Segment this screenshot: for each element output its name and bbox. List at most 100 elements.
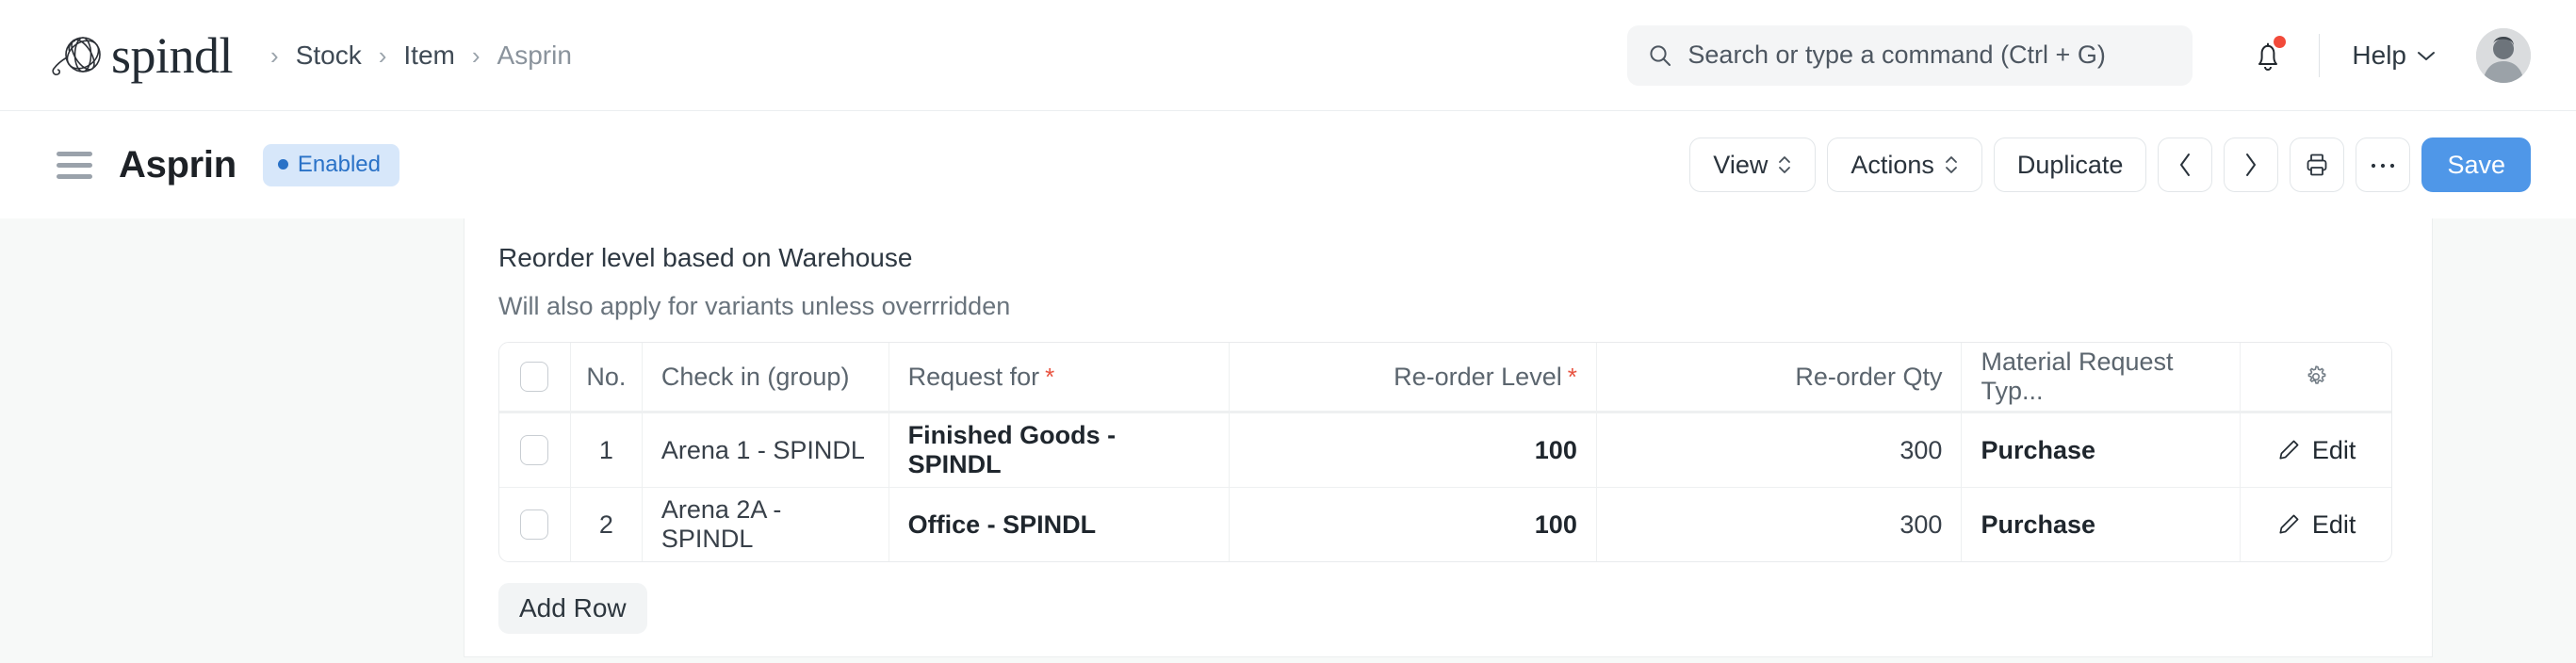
- view-button-label: View: [1713, 150, 1769, 179]
- row-select-cell[interactable]: [499, 413, 571, 487]
- row-checkbox[interactable]: [520, 509, 549, 540]
- navbar-right: Search or type a command (Ctrl + G) Help: [1627, 24, 2576, 86]
- app-window: spindl › Stock › Item › Asprin Search or…: [0, 0, 2576, 663]
- edit-label: Edit: [2311, 509, 2356, 539]
- breadcrumb-item-asprin[interactable]: Asprin: [494, 40, 576, 71]
- column-header-no: No.: [571, 343, 643, 411]
- printer-icon: [2304, 152, 2330, 178]
- save-button-label: Save: [2447, 150, 2505, 179]
- save-button[interactable]: Save: [2421, 137, 2531, 192]
- search-input[interactable]: Search or type a command (Ctrl + G): [1627, 24, 2193, 86]
- content-bottom-divider: [464, 656, 2433, 657]
- column-header-request-for: Request for *: [889, 343, 1231, 411]
- page-title: Asprin: [119, 143, 236, 186]
- help-label: Help: [2352, 40, 2406, 70]
- cell-reorder-level[interactable]: 100: [1230, 413, 1597, 487]
- column-header-reorder-level: Re-order Level *: [1230, 343, 1597, 411]
- breadcrumb-item-stock[interactable]: Stock: [292, 40, 366, 71]
- row-select-cell[interactable]: [499, 488, 571, 561]
- table-header-row: No. Check in (group) Request for * Re-ord…: [499, 343, 2391, 412]
- column-header-material-request-type: Material Request Typ...: [1962, 343, 2242, 411]
- chevron-left-icon: [2177, 152, 2193, 178]
- column-header-reorder-level-label: Re-order Level: [1394, 362, 1562, 391]
- row-checkbox[interactable]: [520, 435, 549, 465]
- table-row[interactable]: 1 Arena 1 - SPINDL Finished Goods - SPIN…: [499, 412, 2391, 487]
- duplicate-button-label: Duplicate: [2016, 150, 2124, 179]
- column-header-check-in-group: Check in (group): [643, 343, 889, 411]
- search-placeholder: Search or type a command (Ctrl + G): [1687, 40, 2106, 69]
- pencil-icon: [2276, 512, 2301, 537]
- notification-badge-dot: [2274, 35, 2287, 48]
- edit-control: Edit: [2276, 436, 2356, 465]
- select-all-cell[interactable]: [499, 343, 571, 411]
- gear-icon: [2302, 363, 2330, 391]
- status-dot-icon: [277, 159, 288, 170]
- breadcrumb-separator: ›: [471, 40, 481, 70]
- add-row-button[interactable]: Add Row: [498, 583, 647, 634]
- row-edit-button[interactable]: Edit: [2241, 488, 2391, 561]
- navbar-divider: [2319, 33, 2321, 77]
- cell-material-request-type[interactable]: Purchase: [1962, 488, 2242, 561]
- cell-reorder-qty[interactable]: 300: [1597, 488, 1963, 561]
- status-badge-label: Enabled: [297, 151, 381, 177]
- user-avatar-icon: [2476, 27, 2531, 83]
- cell-material-request-type[interactable]: Purchase: [1962, 413, 2242, 487]
- view-button[interactable]: View: [1689, 137, 1817, 192]
- top-navbar: spindl › Stock › Item › Asprin Search or…: [0, 0, 2576, 111]
- print-button[interactable]: [2290, 137, 2345, 192]
- breadcrumb: › Stock › Item › Asprin: [257, 40, 576, 71]
- help-menu[interactable]: Help: [2352, 40, 2437, 71]
- pencil-icon: [2276, 438, 2301, 462]
- breadcrumb-separator: ›: [378, 40, 387, 70]
- chevron-down-icon: [2416, 49, 2437, 62]
- chevron-right-icon: [2242, 152, 2259, 178]
- brand-name: spindl: [111, 26, 234, 84]
- actions-button[interactable]: Actions: [1827, 137, 1982, 192]
- yarn-ball-logo-icon: [49, 29, 107, 82]
- hamburger-icon[interactable]: [57, 151, 92, 179]
- required-marker: *: [1045, 362, 1055, 391]
- avatar[interactable]: [2476, 27, 2531, 83]
- main-content: Reorder level based on Warehouse Will al…: [464, 218, 2433, 656]
- cell-reorder-qty[interactable]: 300: [1597, 413, 1963, 487]
- cell-no: 1: [571, 413, 643, 487]
- page-body: You created this 2 minutes ago Reorder l…: [0, 146, 2576, 663]
- cell-no: 2: [571, 488, 643, 561]
- breadcrumb-separator: ›: [270, 40, 279, 70]
- actions-button-label: Actions: [1850, 150, 1934, 179]
- cell-reorder-level[interactable]: 100: [1230, 488, 1597, 561]
- previous-button[interactable]: [2158, 137, 2213, 192]
- chevron-updown-icon: [1944, 154, 1959, 176]
- notifications-button[interactable]: [2249, 35, 2287, 75]
- cell-check-in-group[interactable]: Arena 1 - SPINDL: [643, 413, 889, 487]
- next-button[interactable]: [2224, 137, 2279, 192]
- page-header-actions: View Actions Duplicate Save: [1689, 137, 2576, 192]
- search-icon: [1648, 43, 1672, 68]
- more-options-button[interactable]: [2356, 137, 2411, 192]
- page-header-left: Asprin Enabled: [0, 143, 399, 186]
- reorder-table: No. Check in (group) Request for * Re-ord…: [498, 342, 2392, 562]
- cell-request-for[interactable]: Office - SPINDL: [889, 488, 1231, 561]
- sidebar: You created this 2 minutes ago: [0, 146, 464, 663]
- edit-control: Edit: [2276, 510, 2356, 540]
- table-row[interactable]: 2 Arena 2A - SPINDL Office - SPINDL 100 …: [499, 487, 2391, 561]
- page-header: Asprin Enabled View Actions Duplicate Sa…: [0, 111, 2576, 218]
- select-all-checkbox[interactable]: [520, 362, 549, 392]
- cell-request-for[interactable]: Finished Goods - SPINDL: [889, 413, 1231, 487]
- table-settings-button[interactable]: [2241, 343, 2391, 411]
- navbar-left: spindl › Stock › Item › Asprin: [0, 29, 576, 82]
- cell-check-in-group[interactable]: Arena 2A - SPINDL: [643, 488, 889, 561]
- status-badge: Enabled: [262, 143, 399, 186]
- edit-label: Edit: [2311, 435, 2356, 464]
- chevron-updown-icon: [1777, 154, 1792, 176]
- brand-logo[interactable]: spindl: [49, 26, 234, 84]
- breadcrumb-item-item[interactable]: Item: [399, 40, 458, 71]
- reorder-section: Reorder level based on Warehouse Will al…: [465, 218, 2432, 634]
- duplicate-button[interactable]: Duplicate: [1993, 137, 2147, 192]
- row-edit-button[interactable]: Edit: [2241, 413, 2391, 487]
- required-marker: *: [1567, 362, 1577, 391]
- section-subtitle: Will also apply for variants unless over…: [498, 292, 1011, 320]
- column-header-reorder-qty: Re-order Qty: [1597, 343, 1963, 411]
- column-header-request-for-label: Request for: [907, 362, 1040, 391]
- section-title: Reorder level based on Warehouse: [498, 243, 913, 272]
